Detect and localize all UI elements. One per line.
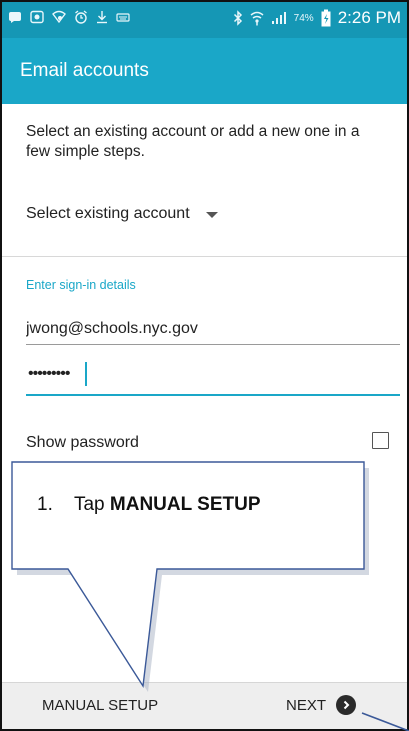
status-icons-right: 74% 2:26 PM — [233, 8, 401, 28]
dropdown-caret-icon — [205, 212, 218, 218]
battery-charging-icon — [321, 9, 331, 27]
show-password-label: Show password — [26, 434, 139, 451]
phone-screen: 74% 2:26 PM Email accounts Select an exi… — [0, 0, 409, 731]
signal-sync-icon — [52, 10, 66, 24]
keyboard-icon — [116, 11, 130, 23]
bottom-action-bar: MANUAL SETUP NEXT — [2, 682, 407, 729]
download-icon — [96, 10, 108, 24]
wifi-icon — [250, 10, 264, 26]
manual-setup-button[interactable]: MANUAL SETUP — [42, 697, 158, 714]
select-existing-account-label: Select existing account — [26, 205, 190, 222]
email-field[interactable] — [26, 314, 400, 345]
battery-percent: 74% — [293, 12, 314, 24]
status-bar: 74% 2:26 PM — [2, 2, 407, 38]
password-mask: ••••••••• — [28, 365, 70, 382]
app-bar: Email accounts — [2, 38, 407, 104]
callout-step-number: 1. — [37, 494, 53, 515]
password-field[interactable]: ••••••••• — [26, 356, 400, 396]
next-button[interactable]: NEXT — [286, 695, 357, 715]
sign-in-section-label: Enter sign-in details — [26, 278, 136, 292]
select-existing-account-dropdown[interactable]: Select existing account — [26, 202, 218, 226]
page-title: Email accounts — [20, 60, 149, 81]
show-password-checkbox[interactable] — [372, 432, 389, 449]
callout-bold-target: MANUAL SETUP — [109, 494, 261, 515]
messenger-icon — [8, 10, 22, 24]
text-cursor — [85, 362, 87, 386]
next-label: NEXT — [286, 696, 327, 714]
cell-signal-icon — [271, 11, 287, 25]
callout-prefix: Tap — [73, 494, 110, 515]
bluetooth-icon — [233, 10, 243, 26]
section-divider — [2, 256, 407, 257]
alarm-icon — [74, 10, 88, 24]
chevron-right-icon — [336, 695, 357, 715]
callout-instruction: 1. Tap MANUAL SETUP — [37, 494, 261, 516]
status-icons-left — [8, 10, 130, 24]
account-form: Select an existing account or add a new … — [2, 104, 407, 682]
screen-record-icon — [30, 10, 44, 24]
intro-text: Select an existing account or add a new … — [26, 123, 360, 160]
status-time: 2:26 PM — [337, 8, 401, 27]
